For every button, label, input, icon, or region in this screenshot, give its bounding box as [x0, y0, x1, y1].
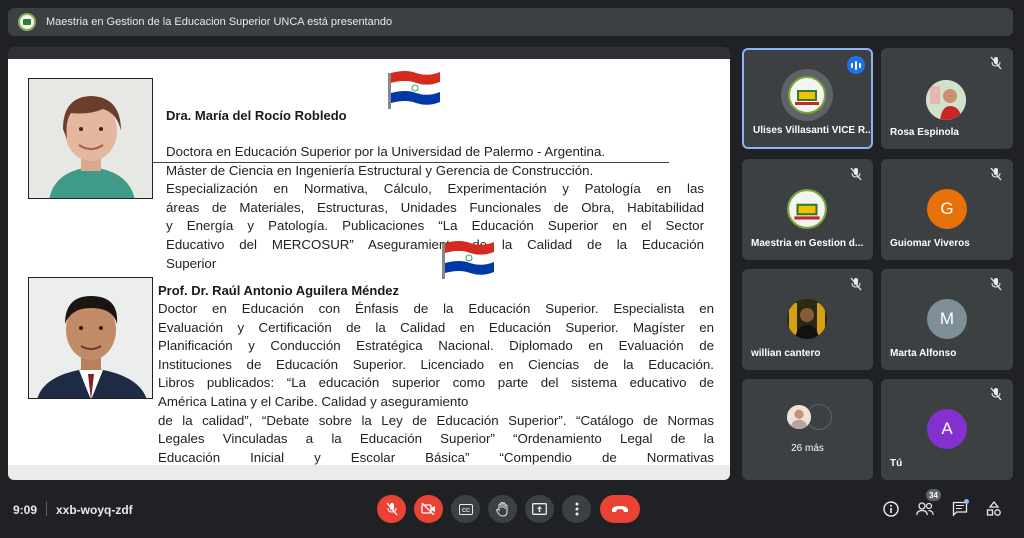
presentation-stage[interactable]: Dra. María del Rocío Robledo Doctora en … [8, 47, 730, 480]
avatar [926, 80, 966, 120]
mic-off-icon [850, 277, 862, 291]
participant-name: Marta Alfonso [890, 348, 957, 359]
speaker-photo-1 [28, 78, 153, 199]
participant-tile-more[interactable]: 26 más [742, 379, 873, 480]
participant-name: Maestria en Gestion d... [751, 238, 864, 249]
bio-line: áreas de Materiales, Estructuras, Unidad… [166, 199, 704, 215]
bio-line: Libros publicados: “La educación superio… [158, 375, 714, 391]
microphone-toggle-button[interactable] [377, 495, 406, 523]
speaking-indicator-icon [847, 56, 865, 74]
present-screen-button[interactable] [525, 495, 554, 523]
slide: Dra. María del Rocío Robledo Doctora en … [8, 59, 730, 465]
bio-line: Especialización en Normativa, Cálculo, E… [166, 181, 704, 197]
more-vert-icon [575, 502, 578, 516]
participant-name: Guiomar Viveros [890, 238, 970, 249]
participant-tile-ulises[interactable]: Ulises Villasanti VICE R... [742, 48, 873, 149]
speaker-name-1: Dra. María del Rocío Robledo [166, 108, 347, 123]
participant-tile-rosa[interactable]: Rosa Espinola [881, 48, 1013, 149]
paraguay-flag-icon [442, 241, 494, 279]
bio-line: Educación Inicial y Escolar Básica” “Com… [158, 449, 714, 465]
bio-line: Doctor en Educación con Énfasis de la Ed… [158, 301, 714, 316]
university-logo-icon [18, 13, 36, 31]
raise-hand-button[interactable] [488, 495, 517, 523]
hand-icon [496, 501, 508, 517]
participant-tile-willian[interactable]: willian cantero [742, 269, 873, 370]
participant-name: Rosa Espinola [890, 127, 959, 138]
avatar [781, 69, 833, 121]
present-screen-icon [532, 503, 547, 515]
mic-off-icon [386, 502, 397, 516]
presenting-text: Maestria en Gestion de la Educacion Supe… [46, 16, 393, 28]
avatar: M [927, 299, 967, 339]
mic-off-icon [990, 56, 1002, 70]
svg-text:CC: CC [462, 508, 470, 514]
info-icon [883, 501, 899, 517]
bio-line: Legales Vinculadas a la Educación Superi… [158, 431, 714, 447]
bio-line: de la calidad”, “Debate sobre la Ley de … [158, 412, 714, 428]
leave-call-button[interactable] [600, 495, 640, 523]
participant-tile-maestria[interactable]: Maestria en Gestion d... [742, 159, 873, 260]
mic-off-icon [990, 387, 1002, 401]
participant-tile-you[interactable]: A Tú [881, 379, 1013, 480]
meeting-details-button[interactable] [881, 499, 901, 519]
bio-line: Evaluación y Certificación de la Calidad… [158, 319, 714, 335]
mic-off-icon [850, 167, 862, 181]
more-participants-label: 26 más [791, 443, 824, 454]
slide-footer-band [8, 465, 730, 480]
participant-tile-guiomar[interactable]: G Guiomar Viveros [881, 159, 1013, 260]
speaker-bio-2: Doctor en Educación con Énfasis de la Ed… [158, 300, 714, 465]
bio-line: y Energía y Patología. Publicaciones “La… [166, 218, 704, 234]
bio-line: América Latina y el Caribe. Calidad y as… [158, 393, 469, 409]
speaker-name-2: Prof. Dr. Raúl Antonio Aguilera Méndez [158, 283, 399, 298]
bottom-toolbar: 9:09 xxb-woyq-zdf CC [0, 487, 1024, 532]
bio-line: Superior [166, 255, 217, 271]
more-options-button[interactable] [562, 495, 591, 523]
avatar [786, 404, 812, 430]
mic-off-icon [990, 167, 1002, 181]
bio-line: Doctora en Educación Superior por la Uni… [166, 144, 606, 159]
meeting-code: xxb-woyq-zdf [56, 503, 133, 517]
participant-name: Ulises Villasanti VICE R... [753, 125, 871, 136]
activities-icon [986, 501, 1001, 516]
presenting-banner: Maestria en Gestion de la Educacion Supe… [8, 8, 1013, 36]
university-logo-icon [787, 189, 827, 229]
participant-name: willian cantero [751, 348, 821, 359]
speaker-photo-2 [28, 277, 153, 399]
closed-captions-icon: CC [458, 503, 473, 515]
hang-up-icon [612, 506, 628, 512]
paraguay-flag-icon [388, 71, 440, 109]
activities-button[interactable] [984, 499, 1004, 519]
chat-notification-dot [964, 499, 969, 504]
participant-tile-marta[interactable]: M Marta Alfonso [881, 269, 1013, 370]
bio-line: Educativo del MERCOSUR” Aseguramiento de… [166, 236, 704, 252]
participant-name: Tú [890, 458, 903, 469]
mic-off-icon [990, 277, 1002, 291]
captions-button[interactable]: CC [451, 495, 480, 523]
avatar [787, 299, 827, 339]
avatar: G [927, 189, 967, 229]
people-button[interactable] [915, 499, 935, 519]
avatar [787, 189, 827, 229]
people-count-badge: 34 [926, 489, 941, 501]
camera-off-icon [421, 503, 435, 515]
bio-line: Instituciones de Educación Superior. Lic… [158, 356, 714, 372]
divider [46, 502, 47, 516]
university-logo-icon [788, 76, 826, 114]
people-icon [916, 502, 934, 516]
camera-toggle-button[interactable] [414, 495, 443, 523]
meeting-time: 9:09 [13, 503, 38, 517]
bio-line: Planificación y Conducción Estratégica N… [158, 338, 714, 354]
avatar: A [927, 409, 967, 449]
bio-line: Máster de Ciencia en Ingeniería Estructu… [166, 162, 594, 178]
divider-line [153, 162, 669, 163]
